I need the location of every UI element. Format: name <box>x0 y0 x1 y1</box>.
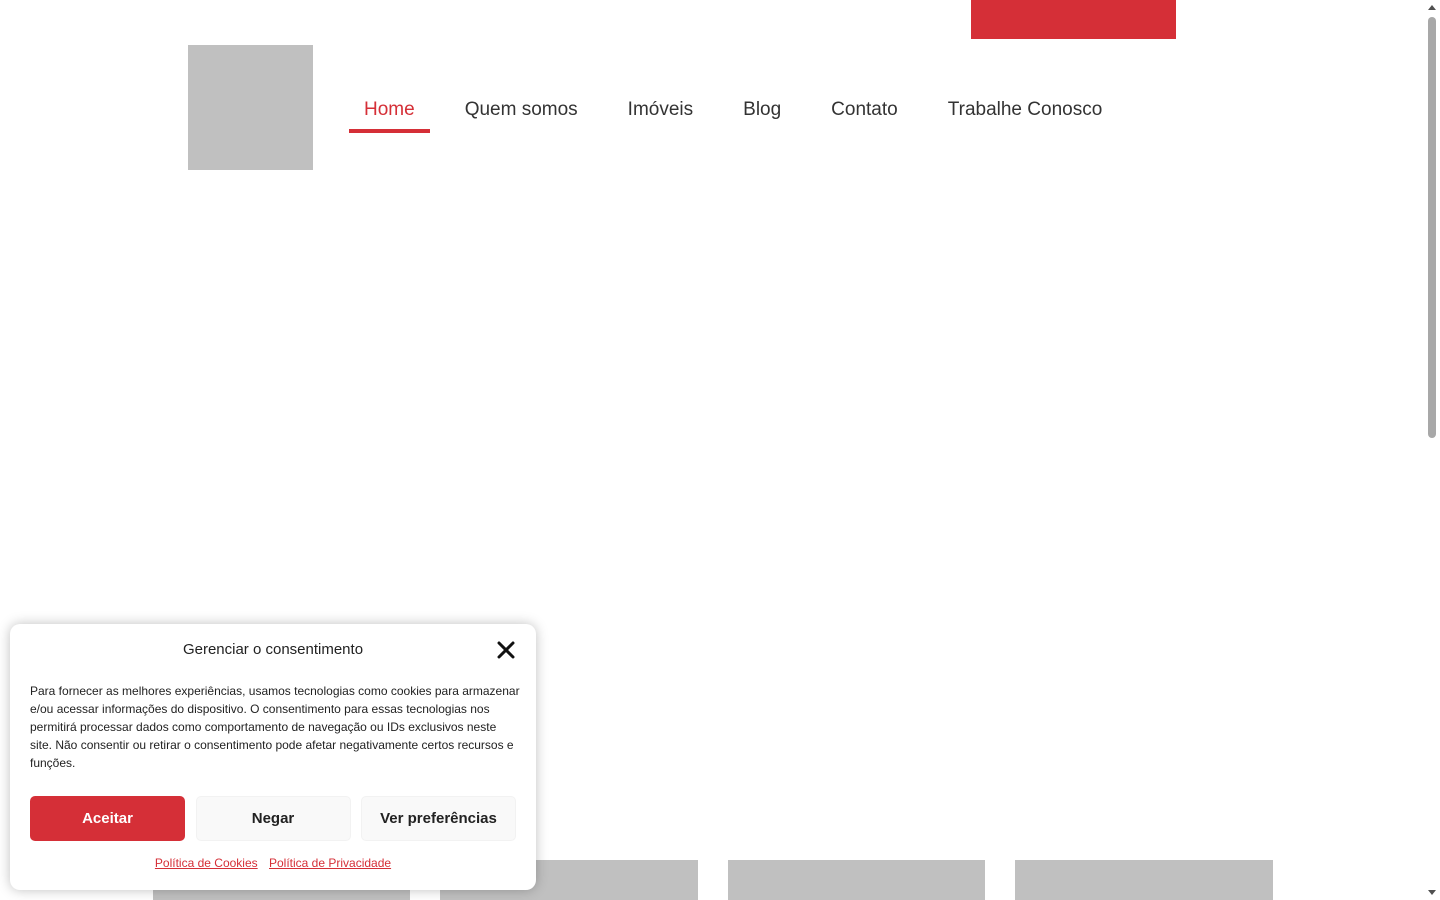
scroll-up-arrow-icon[interactable] <box>1428 5 1436 10</box>
property-card-image[interactable] <box>728 860 985 900</box>
consent-message: Para fornecer as melhores experiências, … <box>30 684 520 770</box>
top-header-button[interactable] <box>971 0 1176 39</box>
scroll-down-arrow-icon[interactable] <box>1428 890 1436 895</box>
nav-item-trabalhe-conosco[interactable]: Trabalhe Conosco <box>933 88 1118 133</box>
cookie-policy-link[interactable]: Política de Cookies <box>155 856 258 870</box>
nav-item-contato[interactable]: Contato <box>816 88 913 133</box>
consent-buttons: Aceitar Negar Ver preferências <box>30 796 516 841</box>
main-nav: Home Quem somos Imóveis Blog Contato Tra… <box>349 88 1137 133</box>
accept-button[interactable]: Aceitar <box>30 796 185 841</box>
nav-item-blog[interactable]: Blog <box>728 88 796 133</box>
nav-item-quem-somos[interactable]: Quem somos <box>450 88 593 133</box>
preferences-button[interactable]: Ver preferências <box>361 796 516 841</box>
cookie-consent-dialog: Gerenciar o consentimento Para fornecer … <box>10 624 536 890</box>
privacy-policy-link[interactable]: Política de Privacidade <box>269 856 391 870</box>
scrollbar-thumb[interactable] <box>1428 17 1436 438</box>
nav-item-home[interactable]: Home <box>349 88 430 133</box>
page: Home Quem somos Imóveis Blog Contato Tra… <box>0 0 1440 900</box>
site-logo[interactable] <box>188 45 313 170</box>
close-icon[interactable] <box>496 640 516 660</box>
consent-title: Gerenciar o consentimento <box>182 641 364 658</box>
nav-item-imoveis[interactable]: Imóveis <box>613 88 708 133</box>
vertical-scrollbar[interactable] <box>1425 0 1440 900</box>
property-card-image[interactable] <box>1015 860 1273 900</box>
deny-button[interactable]: Negar <box>195 796 351 841</box>
consent-links: Política de Cookies Política de Privacid… <box>10 856 536 870</box>
